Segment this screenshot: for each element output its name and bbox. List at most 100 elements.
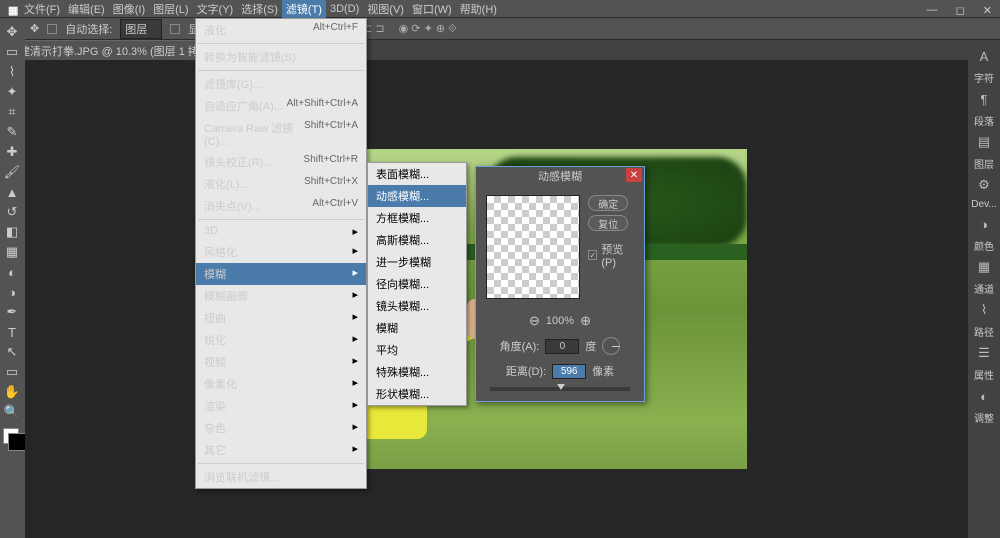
- autoselect-checkbox[interactable]: [47, 24, 57, 34]
- blur-menu-item[interactable]: 镜头模糊...: [368, 295, 466, 317]
- filter-menu-item[interactable]: 液化(L)...Shift+Ctrl+X: [196, 173, 366, 195]
- menu-view[interactable]: 视图(V): [363, 0, 408, 19]
- menu-3d[interactable]: 3D(D): [326, 1, 363, 17]
- preview-checkbox[interactable]: ✓: [588, 250, 597, 260]
- panel-properties-icon[interactable]: ☰: [970, 343, 998, 363]
- menu-edit[interactable]: 编辑(E): [64, 0, 109, 19]
- panel-paragraph-icon[interactable]: ¶: [970, 89, 998, 109]
- panel-adjustments-icon[interactable]: ◐: [970, 386, 998, 406]
- crop-tool[interactable]: ⌗: [0, 102, 24, 122]
- showtransform-checkbox[interactable]: [170, 24, 180, 34]
- blur-menu-item[interactable]: 平均: [368, 339, 466, 361]
- color-swatches[interactable]: [3, 428, 19, 444]
- blur-tool[interactable]: ◐: [0, 262, 24, 282]
- angle-unit: 度: [585, 338, 596, 354]
- blur-menu-item[interactable]: 方框模糊...: [368, 207, 466, 229]
- filter-menu-item[interactable]: 扭曲: [196, 307, 366, 329]
- gradient-tool[interactable]: ▦: [0, 242, 24, 262]
- hand-tool[interactable]: ✋: [0, 382, 24, 402]
- filter-menu-item[interactable]: 像素化: [196, 373, 366, 395]
- maximize-icon[interactable]: ◻: [952, 2, 969, 19]
- wand-tool[interactable]: ✦: [0, 82, 24, 102]
- lasso-tool[interactable]: ⌇: [0, 62, 24, 82]
- blur-menu-item[interactable]: 高斯模糊...: [368, 229, 466, 251]
- ok-button[interactable]: 确定: [588, 195, 628, 211]
- zoom-out-icon[interactable]: ⊖: [529, 313, 540, 329]
- filter-menu-item[interactable]: 其它: [196, 439, 366, 461]
- path-tool[interactable]: ↖: [0, 342, 24, 362]
- menu-type[interactable]: 文字(Y): [193, 0, 238, 19]
- distance-unit: 像素: [592, 363, 614, 379]
- reset-button[interactable]: 复位: [588, 215, 628, 231]
- filter-menu-item[interactable]: 渲染: [196, 395, 366, 417]
- filter-menu-item[interactable]: 锐化: [196, 329, 366, 351]
- motion-blur-dialog: 动感模糊 ✕ 确定 复位 ✓ 预览(P) ⊖ 100% ⊕ 角度(A): 度 距…: [475, 166, 645, 402]
- menu-image[interactable]: 图像(I): [109, 0, 149, 19]
- type-tool[interactable]: T: [0, 322, 24, 342]
- 3d-mode-icons[interactable]: ◉ ⟳ ✦ ⊕ ⟐: [396, 22, 460, 36]
- angle-input[interactable]: [545, 339, 579, 354]
- distance-slider[interactable]: [490, 387, 630, 391]
- blur-menu-item[interactable]: 形状模糊...: [368, 383, 466, 405]
- zoom-tool[interactable]: 🔍: [0, 402, 24, 422]
- filter-menu-item[interactable]: 3D: [196, 222, 366, 241]
- eyedropper-tool[interactable]: ✎: [0, 122, 24, 142]
- menu-window[interactable]: 窗口(W): [408, 0, 456, 19]
- blur-menu-item[interactable]: 进一步模糊: [368, 251, 466, 273]
- blur-menu-item[interactable]: 表面模糊...: [368, 163, 466, 185]
- dodge-tool[interactable]: ◑: [0, 282, 24, 302]
- menu-select[interactable]: 选择(S): [237, 0, 282, 19]
- autoselect-dropdown[interactable]: 图层: [120, 19, 162, 39]
- menu-file[interactable]: 文件(F): [20, 0, 64, 19]
- blur-menu-item[interactable]: 模糊: [368, 317, 466, 339]
- angle-label: 角度(A):: [500, 338, 540, 354]
- dialog-title: 动感模糊 ✕: [476, 167, 644, 185]
- brush-tool[interactable]: 🖌: [0, 162, 24, 182]
- filter-menu-item[interactable]: 视频: [196, 351, 366, 373]
- filter-menu-item[interactable]: 杂色: [196, 417, 366, 439]
- pen-tool[interactable]: ✒: [0, 302, 24, 322]
- preview-thumbnail[interactable]: [486, 195, 580, 299]
- dialog-close-button[interactable]: ✕: [626, 168, 642, 182]
- filter-menu-item[interactable]: 自适应广角(A)...Alt+Shift+Ctrl+A: [196, 95, 366, 117]
- distance-input[interactable]: [552, 364, 586, 379]
- minimize-icon[interactable]: —: [923, 2, 942, 19]
- filter-menu-item[interactable]: 液化Alt+Ctrl+F: [196, 19, 366, 41]
- filter-menu-item[interactable]: 镜头校正(R)...Shift+Ctrl+R: [196, 151, 366, 173]
- filter-menu-item[interactable]: Camera Raw 滤镜(C)...Shift+Ctrl+A: [196, 117, 366, 151]
- move-tool[interactable]: ✥: [0, 22, 24, 42]
- shape-tool[interactable]: ▭: [0, 362, 24, 382]
- blur-submenu: 表面模糊...动感模糊...方框模糊...高斯模糊...进一步模糊径向模糊...…: [367, 162, 467, 406]
- filter-menu-item[interactable]: 消失点(V)...Alt+Ctrl+V: [196, 195, 366, 217]
- menu-filter[interactable]: 滤镜(T): [282, 0, 326, 19]
- filter-menu-item[interactable]: 转换为智能滤镜(S): [196, 46, 366, 68]
- heal-tool[interactable]: ✚: [0, 142, 24, 162]
- blur-menu-item[interactable]: 径向模糊...: [368, 273, 466, 295]
- close-icon[interactable]: ✕: [979, 2, 996, 19]
- panel-paths-icon[interactable]: ⌇: [970, 300, 998, 320]
- filter-menu-item[interactable]: 浏览联机滤镜...: [196, 466, 366, 488]
- blur-menu-item[interactable]: 动感模糊...: [368, 185, 466, 207]
- zoom-in-icon[interactable]: ⊕: [580, 313, 591, 329]
- angle-knob[interactable]: [602, 337, 620, 355]
- eraser-tool[interactable]: ◧: [0, 222, 24, 242]
- panel-character-icon[interactable]: A: [970, 46, 998, 66]
- menu-help[interactable]: 帮助(H): [456, 0, 501, 19]
- filter-menu-item[interactable]: 风格化: [196, 241, 366, 263]
- document-tabs: 林建清示打拳.JPG @ 10.3% (图层 1 拷贝 2, RGB/8) ×: [0, 40, 1000, 60]
- panel-layers-icon[interactable]: ▤: [970, 132, 998, 152]
- menu-layer[interactable]: 图层(L): [149, 0, 192, 19]
- zoom-value: 100%: [546, 315, 574, 327]
- stamp-tool[interactable]: ▲: [0, 182, 24, 202]
- filter-menu-item[interactable]: 模糊画廊: [196, 285, 366, 307]
- panel-dev-icon[interactable]: ⚙: [970, 175, 998, 195]
- filter-menu-item[interactable]: 滤镜库(G)...: [196, 73, 366, 95]
- filter-menu: 液化Alt+Ctrl+F 转换为智能滤镜(S) 滤镜库(G)...自适应广角(A).…: [195, 18, 367, 489]
- panel-channels-icon[interactable]: ▦: [970, 257, 998, 277]
- options-bar: ✥ 自动选择: 图层 显示变换控件 ▯▯▯ ▮▮▮ ▯▯▯ ⊓ ⊔ ⊏ ⊐ ◉ …: [0, 18, 1000, 40]
- history-brush-tool[interactable]: ↺: [0, 202, 24, 222]
- panel-color-icon[interactable]: ◑: [970, 214, 998, 234]
- filter-menu-item[interactable]: 模糊: [196, 263, 366, 285]
- marquee-tool[interactable]: ▭: [0, 42, 24, 62]
- blur-menu-item[interactable]: 特殊模糊...: [368, 361, 466, 383]
